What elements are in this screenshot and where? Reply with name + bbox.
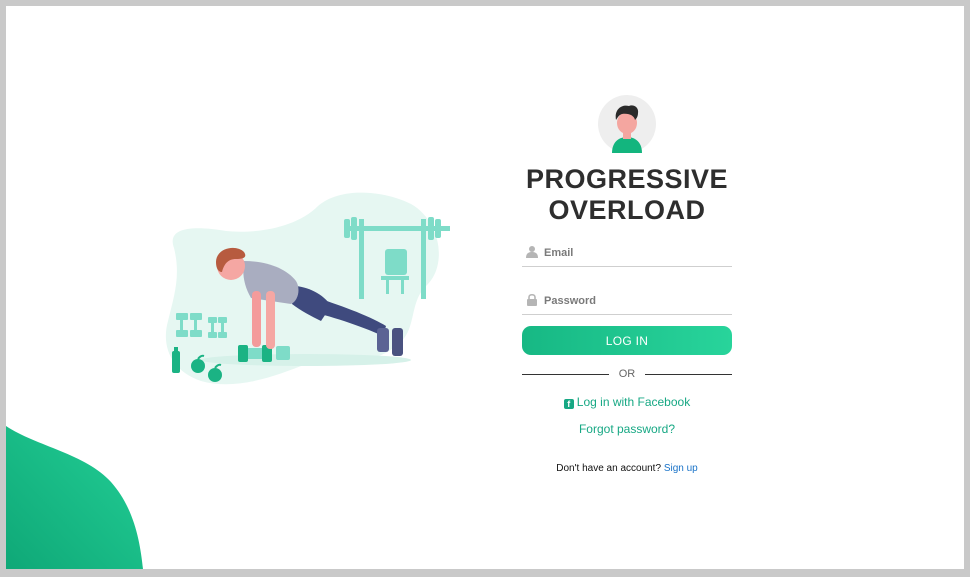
email-field-container bbox=[522, 238, 732, 267]
signup-row: Don't have an account? Sign up bbox=[502, 462, 752, 476]
facebook-login-link[interactable]: f Log in with Facebook bbox=[522, 394, 732, 410]
signup-link[interactable]: Sign up bbox=[664, 463, 698, 474]
password-field[interactable] bbox=[542, 289, 732, 313]
login-page: PROGRESSIVE OVERLOAD LOG IN OR fLog in w… bbox=[6, 6, 964, 569]
facebook-icon: f bbox=[563, 399, 574, 409]
signup-prompt: Don't have an account? bbox=[556, 463, 662, 474]
login-panel: PROGRESSIVE OVERLOAD LOG IN OR fLog in w… bbox=[522, 6, 732, 569]
app-title: PROGRESSIVE OVERLOAD bbox=[525, 164, 729, 225]
user-avatar-icon bbox=[598, 95, 656, 153]
login-button[interactable]: LOG IN bbox=[522, 326, 732, 355]
decorative-corner-shape bbox=[6, 426, 143, 569]
or-divider: OR bbox=[522, 367, 732, 381]
divider-line-right bbox=[645, 374, 732, 375]
lock-icon bbox=[527, 293, 537, 306]
email-field[interactable] bbox=[542, 241, 732, 265]
user-icon bbox=[526, 246, 538, 258]
workout-illustration bbox=[165, 192, 450, 385]
password-field-container bbox=[522, 286, 732, 315]
facebook-login-label: Log in with Facebook bbox=[576, 395, 691, 409]
forgot-password-link[interactable]: Forgot password? bbox=[522, 421, 732, 437]
